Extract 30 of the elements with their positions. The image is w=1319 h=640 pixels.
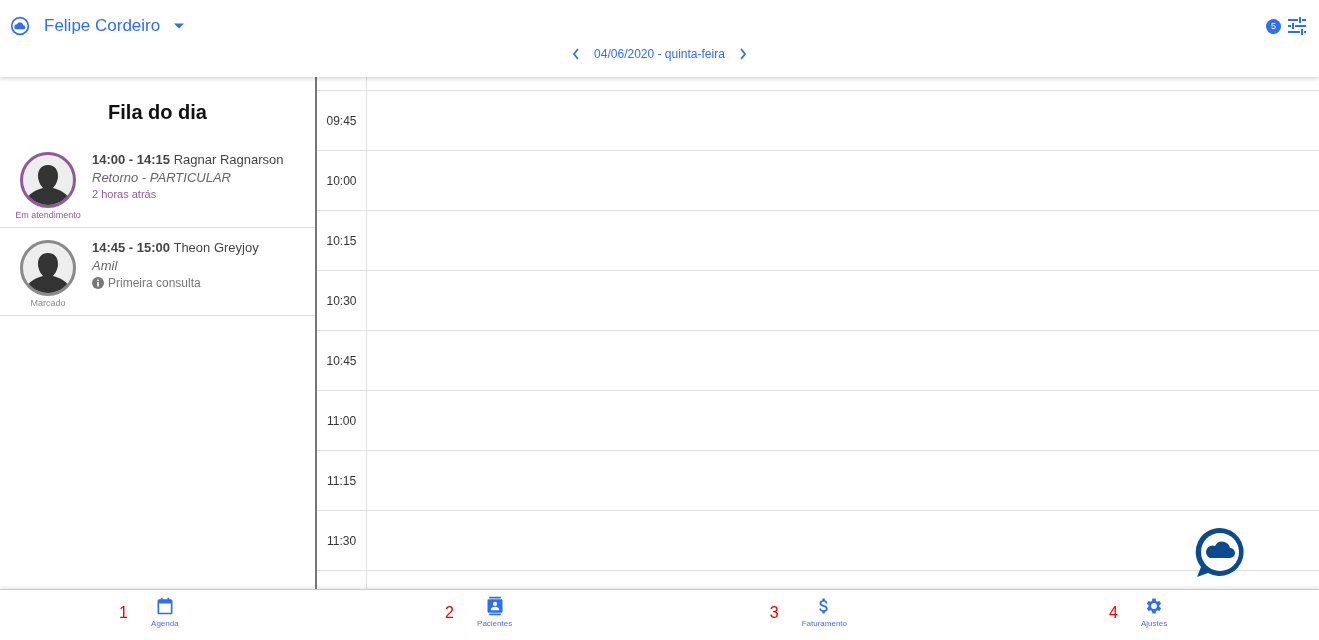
appointment-note: 2 horas atrás — [92, 188, 157, 200]
time-label: 10:15 — [326, 233, 357, 248]
appointment-type: Retorno - PARTICULAR — [92, 170, 232, 185]
previous-day-button[interactable] — [572, 48, 581, 60]
appointment-note: Primeira consulta — [108, 276, 201, 290]
time-label: 11:00 — [326, 413, 357, 428]
cloud-logo-icon — [10, 16, 30, 36]
annotation-number: 4 — [1109, 604, 1118, 622]
annotation-number: 3 — [769, 604, 779, 622]
annotation-number: 1 — [119, 604, 128, 622]
appointment-status: Marcado — [30, 298, 66, 308]
info-icon — [92, 277, 104, 289]
appointment-title: 14:00 - 14:15 Ragnar Ragnarson — [92, 152, 284, 167]
time-label: 11:15 — [326, 473, 357, 488]
user-menu[interactable]: Felipe Cordeiro — [10, 16, 185, 36]
current-date: 04/06/2020 - quinta-feira — [594, 47, 725, 61]
next-day-button[interactable] — [738, 48, 747, 60]
time-label: 11:30 — [326, 533, 357, 548]
time-label: 09:45 — [326, 113, 357, 128]
appointment-type: Amil — [92, 258, 119, 273]
time-label: 10:45 — [326, 353, 357, 368]
appointment-title: 14:45 - 15:00 Theon Greyjoy — [92, 240, 259, 255]
filter-count-badge: 5 — [1266, 18, 1281, 34]
caret-icon — [174, 23, 185, 29]
annotation-number: 2 — [445, 604, 454, 622]
time-label: 10:00 — [326, 173, 357, 188]
time-label: 10:30 — [326, 293, 357, 308]
filter-sliders-button[interactable] — [1287, 17, 1307, 35]
queue-title: Fila do dia — [107, 101, 208, 124]
appointment-status: Em atendimento — [15, 210, 81, 220]
